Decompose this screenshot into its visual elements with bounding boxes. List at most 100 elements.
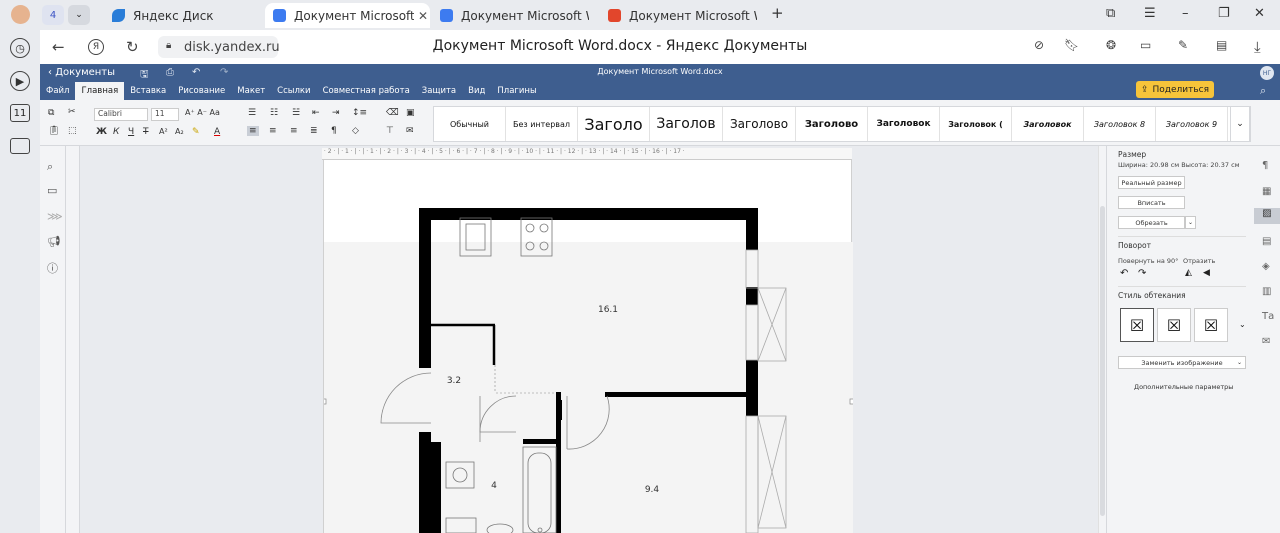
chart-settings-icon[interactable]: ▥	[1262, 286, 1271, 297]
history-icon[interactable]: ◷	[10, 38, 30, 58]
menu-home[interactable]: Главная	[75, 82, 125, 100]
increase-indent-icon[interactable]: ⇥	[332, 108, 340, 118]
tab-yandex-disk[interactable]: Яндекс Диск	[104, 3, 264, 28]
shading-icon[interactable]: ◇	[352, 126, 359, 136]
announce-icon[interactable]: 📢︎	[47, 235, 61, 248]
scrollbar-thumb[interactable]	[1100, 206, 1105, 516]
decrease-indent-icon[interactable]: ⇤	[312, 108, 320, 118]
download-icon[interactable]: ⤓	[1254, 38, 1261, 56]
menu-draw[interactable]: Рисование	[172, 82, 231, 100]
bookmark-icon[interactable]: 🔖︎	[1064, 38, 1079, 52]
minimize-icon[interactable]: –	[1182, 6, 1189, 21]
style-heading-2[interactable]: Заголов	[650, 107, 723, 141]
tab-document-3[interactable]: Документ Microsoft Word	[600, 3, 760, 28]
style-no-spacing[interactable]: Без интервал	[506, 107, 578, 141]
collections-icon[interactable]: ⧉	[1106, 6, 1115, 21]
menu-plugins[interactable]: Плагины	[491, 82, 542, 100]
style-heading-1[interactable]: Заголо	[578, 107, 650, 141]
print-icon[interactable]: ⎙	[166, 67, 174, 78]
insert-image-icon[interactable]: ▣	[406, 108, 415, 118]
align-left-icon[interactable]: ≡	[247, 126, 259, 136]
menu-file[interactable]: Файл	[40, 82, 75, 100]
tab-document-1[interactable]: Документ Microsoft Word ✕	[265, 3, 430, 28]
wrap-square-button[interactable]: ☒	[1157, 308, 1191, 342]
calendar-icon[interactable]: 11	[10, 104, 30, 122]
restore-icon[interactable]: ❐	[1218, 6, 1230, 21]
style-heading-9[interactable]: Заголовок 9	[1156, 107, 1228, 141]
envelope-icon[interactable]: ✉	[406, 126, 414, 136]
clear-format-icon[interactable]: ⌫	[386, 108, 399, 118]
tab-count-button[interactable]: 4	[42, 5, 64, 25]
underline-icon[interactable]: Ч	[128, 127, 134, 137]
align-right-icon[interactable]: ≡	[290, 126, 298, 136]
menu-view[interactable]: Вид	[462, 82, 491, 100]
share-button[interactable]: ⇪ Поделиться	[1136, 81, 1214, 98]
camera-icon[interactable]	[10, 138, 30, 154]
align-center-icon[interactable]: ≡	[269, 126, 277, 136]
menu-icon[interactable]: ☰	[1144, 6, 1156, 21]
search-icon[interactable]: ⌕	[47, 160, 53, 174]
wrap-tight-button[interactable]: ☒	[1194, 308, 1228, 342]
subscript-icon[interactable]: A₂	[175, 127, 184, 136]
justify-icon[interactable]: ≣	[310, 126, 318, 136]
yandex-icon[interactable]: Я	[88, 39, 104, 55]
battery-icon[interactable]: ▭	[1140, 38, 1151, 52]
document-scrollbar[interactable]	[1098, 146, 1106, 533]
style-heading-5[interactable]: Заголовок	[868, 107, 940, 141]
floorplan-image[interactable]: 16.1 3.2 4 9.4	[324, 160, 853, 533]
copy-style-icon[interactable]: ⊤	[386, 126, 394, 136]
text-art-icon[interactable]: Tа	[1262, 311, 1274, 322]
copy-icon[interactable]: ⧉	[48, 108, 54, 118]
extension-icon[interactable]: ❂	[1106, 38, 1116, 52]
style-heading-8[interactable]: Заголовок 8	[1084, 107, 1156, 141]
image-settings-icon[interactable]: ▨	[1254, 208, 1280, 224]
extension-icon-2[interactable]: ✎	[1178, 38, 1188, 52]
wrap-more-icon[interactable]: ⌄	[1239, 320, 1246, 329]
shape-settings-icon[interactable]: ◈	[1262, 261, 1270, 272]
rotate-left-icon[interactable]: ↶	[1120, 268, 1128, 279]
close-window-icon[interactable]: ✕	[1254, 6, 1265, 21]
multilevel-icon[interactable]: ☱	[292, 108, 300, 118]
font-color-icon[interactable]: A	[214, 127, 220, 137]
cut-icon[interactable]: ✂	[68, 107, 76, 117]
vertical-ruler[interactable]	[66, 146, 80, 533]
menu-references[interactable]: Ссылки	[271, 82, 316, 100]
search-icon[interactable]: ⌕	[1260, 84, 1266, 98]
bold-icon[interactable]: Ж	[96, 127, 107, 137]
paragraph-marks-icon[interactable]: ¶	[331, 126, 337, 136]
mail-merge-icon[interactable]: ✉	[1262, 336, 1270, 347]
tab-document-2[interactable]: Документ Microsoft Word	[432, 3, 592, 28]
numbering-icon[interactable]: ☷	[270, 108, 278, 118]
flip-vertical-icon[interactable]: ◀	[1203, 268, 1210, 278]
close-tab-icon[interactable]: ✕	[418, 9, 428, 23]
increase-font-icon[interactable]: A⁺ A⁻ Aa	[185, 108, 220, 117]
font-size-select[interactable]: 11	[151, 108, 179, 121]
real-size-button[interactable]: Реальный размер	[1118, 176, 1185, 189]
italic-icon[interactable]: К	[113, 127, 119, 137]
replace-image-select[interactable]: Заменить изображение ⌄	[1118, 356, 1246, 369]
style-heading-7[interactable]: Заголовок	[1012, 107, 1084, 141]
wrap-inline-button[interactable]: ☒	[1120, 308, 1154, 342]
user-avatar[interactable]: НГ	[1260, 66, 1274, 80]
strikethrough-icon[interactable]: Т	[143, 127, 149, 137]
navigation-icon[interactable]: ⋙	[47, 210, 63, 223]
info-icon[interactable]: ⓘ	[47, 260, 58, 276]
superscript-icon[interactable]: A²	[159, 127, 168, 136]
crop-button[interactable]: Обрезать ⌄	[1118, 216, 1196, 229]
style-heading-6[interactable]: Заголовок (	[940, 107, 1012, 141]
style-heading-3[interactable]: Заголово	[723, 107, 796, 141]
style-heading-4[interactable]: Заголово	[796, 107, 868, 141]
rotate-right-icon[interactable]: ↷	[1138, 268, 1146, 279]
advanced-params-link[interactable]: Дополнительные параметры	[1134, 383, 1233, 391]
tabs-dropdown-icon[interactable]: ⌄	[68, 5, 90, 25]
translate-icon[interactable]: ⊘	[1034, 38, 1044, 52]
url-field[interactable]: 🔒︎ disk.yandex.ru	[158, 36, 280, 58]
style-normal[interactable]: Обычный	[434, 107, 506, 141]
play-icon[interactable]: ▶	[10, 71, 30, 91]
back-icon[interactable]: ←	[52, 38, 65, 56]
flip-horizontal-icon[interactable]: ◭	[1185, 268, 1192, 278]
table-settings-icon[interactable]: ▦	[1262, 186, 1271, 197]
header-footer-icon[interactable]: ▤	[1262, 236, 1271, 247]
redo-icon[interactable]: ↷	[220, 67, 228, 78]
menu-insert[interactable]: Вставка	[124, 82, 172, 100]
